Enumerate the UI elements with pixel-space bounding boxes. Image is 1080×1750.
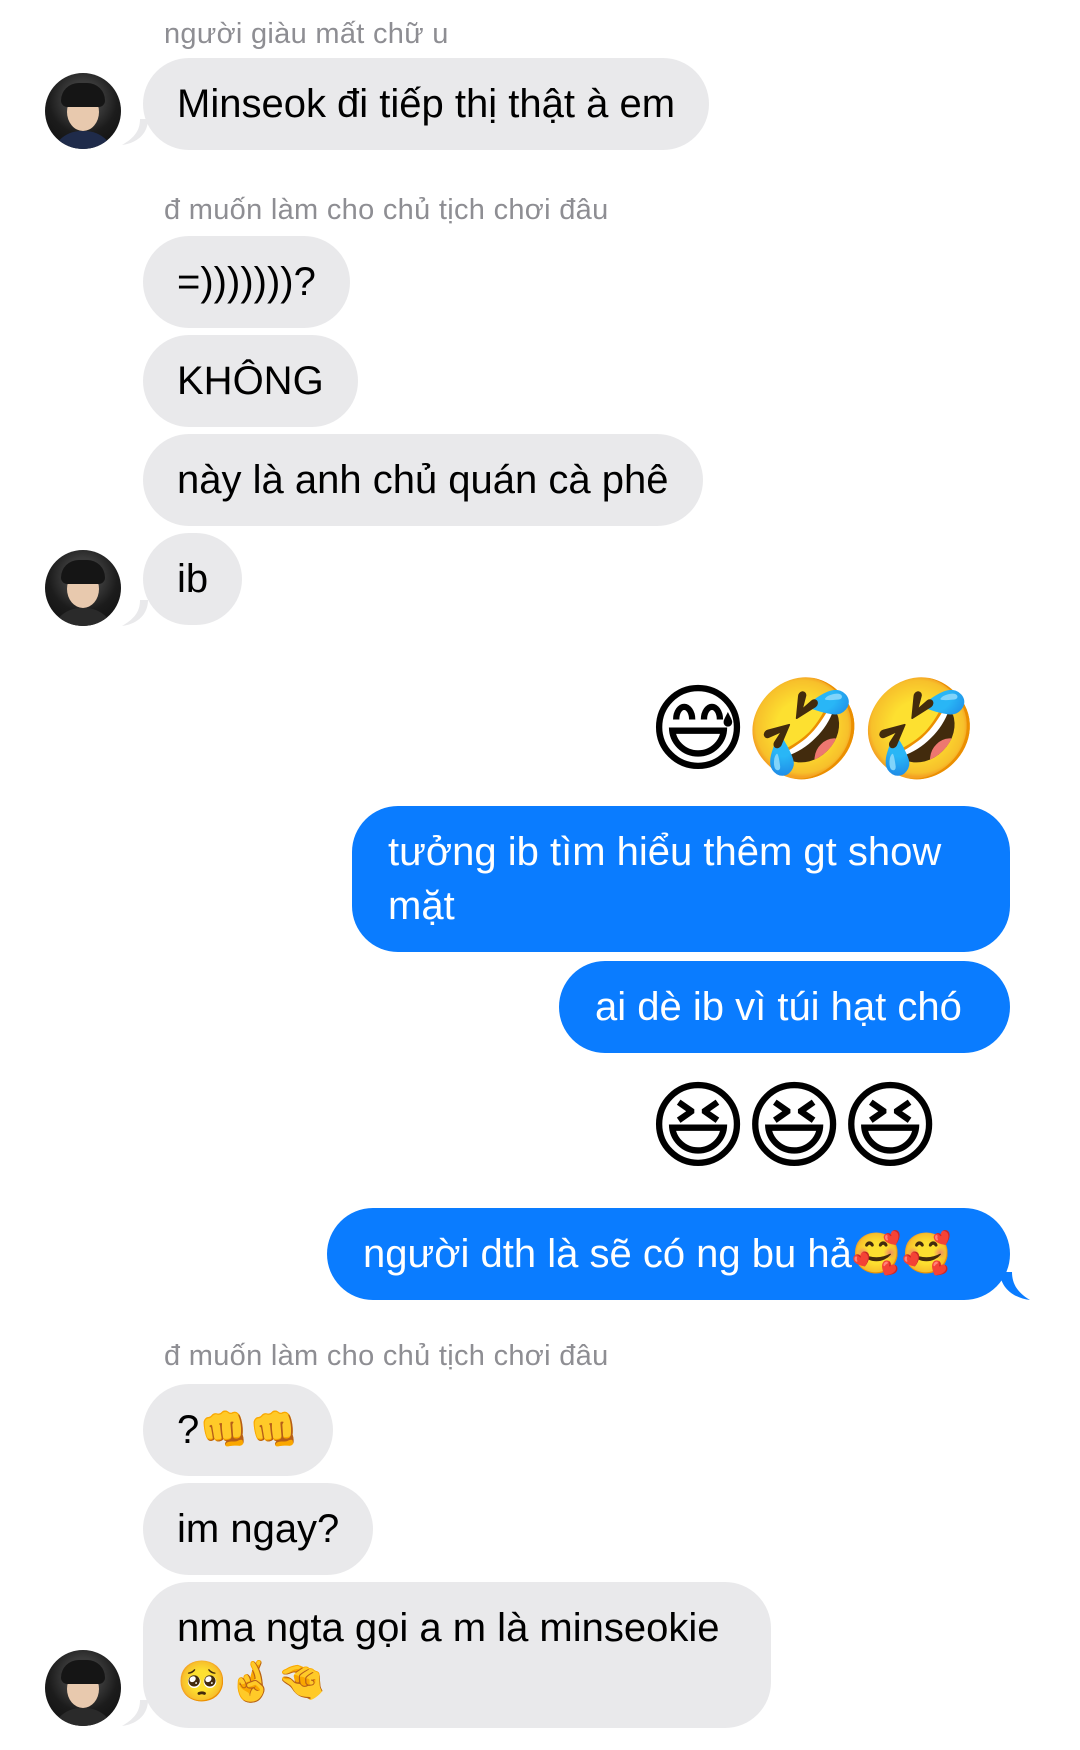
contact-avatar[interactable] [45,1650,121,1726]
emoji-message[interactable]: 😆😆😆 [648,1072,940,1182]
message-bubble[interactable]: nma ngta gọi a m là minseokie 🥺🤞🤏 [143,1582,771,1728]
message-bubble[interactable]: này là anh chủ quán cà phê [143,434,703,526]
message-bubble[interactable]: Minseok đi tiếp thị thật à em [143,58,710,150]
message-bubble[interactable]: im ngay? [143,1483,374,1575]
contact-avatar[interactable] [45,73,121,149]
message-bubble[interactable]: =)))))))? [143,236,350,328]
message-bubble[interactable]: ib [143,533,243,625]
bubble-tail-icon [1000,1272,1030,1300]
sender-name: đ muốn làm cho chủ tịch chơi đâu [164,194,609,226]
message-bubble[interactable]: ?👊👊 [143,1384,333,1476]
message-line: mặt [388,884,455,928]
contact-avatar[interactable] [45,550,121,626]
message-line: tưởng ib tìm hiểu thêm gt show [388,830,942,874]
message-bubble-outgoing[interactable]: người dth là sẽ có ng bu hả🥰🥰 [327,1208,1010,1300]
message-bubble-outgoing[interactable]: tưởng ib tìm hiểu thêm gt show mặt [352,806,1010,952]
message-line: nma ngta gọi a m là minseokie [177,1606,720,1650]
bubble-tail-icon [122,1700,148,1726]
message-line: 🥺🤞🤏 [177,1660,327,1704]
sender-name: người giàu mất chữ u [164,18,449,50]
message-bubble[interactable]: KHÔNG [143,335,358,427]
emoji-message[interactable]: 😅🤣🤣 [648,675,979,785]
message-bubble-outgoing[interactable]: ai dè ib vì túi hạt chó [559,961,1010,1053]
bubble-tail-icon [122,119,148,145]
sender-name: đ muốn làm cho chủ tịch chơi đâu [164,1340,609,1372]
bubble-tail-icon [122,600,148,626]
